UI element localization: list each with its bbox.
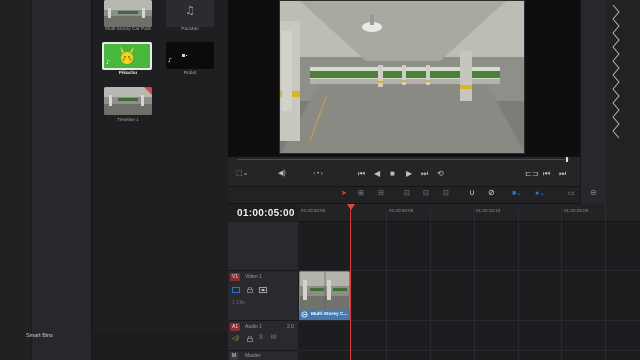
clip-thumb-pikachu[interactable]: ♪ <box>102 42 152 70</box>
clip-label-robot: Robot <box>183 71 197 76</box>
ruler-label: 01:00:08:08 <box>389 208 414 213</box>
bin-list <box>0 0 32 360</box>
playhead-line[interactable] <box>350 204 351 360</box>
track-header-master[interactable] <box>228 350 298 360</box>
prev-frame-icon[interactable]: ⏮ <box>543 170 550 178</box>
waveform-icon <box>612 4 620 139</box>
auto-select-icon[interactable] <box>232 287 240 293</box>
skip-to-end-icon[interactable]: ⏭ <box>421 170 428 178</box>
viewer-options-icon[interactable]: ⬚⌄ <box>236 170 248 178</box>
insert-clip-icon[interactable]: ⊡ <box>404 190 410 197</box>
ruler-label: 01:00:00:00 <box>301 208 326 213</box>
pikachu-thumbnail <box>104 44 150 68</box>
stop-icon[interactable]: ■ <box>390 170 395 178</box>
scrub-bar[interactable] <box>237 159 569 160</box>
volume-icon[interactable]: ◀) <box>278 170 286 178</box>
loop-icon[interactable]: ⟲ <box>437 170 444 178</box>
ruler-label: 01:00:25:00 <box>564 208 589 213</box>
auto-select-audio-icon[interactable]: ◁) <box>232 335 239 342</box>
blade-tool-icon[interactable]: ⊟ <box>378 190 384 197</box>
mute-icon[interactable]: M <box>271 335 276 341</box>
lock-icon[interactable] <box>246 336 254 342</box>
track-name-video1: Video 1 <box>245 274 262 280</box>
gridline <box>561 204 562 360</box>
zoom-out-icon[interactable]: ▭ <box>568 190 575 197</box>
gridline <box>474 204 475 360</box>
playhead-marker[interactable] <box>347 204 355 210</box>
clip-thumb-pacman[interactable]: ♫ <box>166 0 214 27</box>
clip-label-car-park: Multi-Storey Car Park <box>105 27 151 32</box>
clip-thumb-car-park[interactable] <box>104 0 152 27</box>
music-note-icon: ♪ <box>106 59 110 66</box>
gridline <box>386 204 387 360</box>
clip-label-pikachu: Pikachu <box>118 71 138 76</box>
track-name-audio1: Audio 1 <box>245 324 262 330</box>
gridline <box>430 204 431 360</box>
jog-nav[interactable]: ‹ • › <box>306 170 330 178</box>
track-badge-v1[interactable]: V1 <box>230 273 241 281</box>
snapping-icon[interactable]: ∪ <box>469 189 475 197</box>
car-park-thumbnail <box>104 0 152 27</box>
disable-video-icon[interactable] <box>259 287 267 293</box>
replace-clip-icon[interactable]: ⊡ <box>443 190 449 197</box>
clip-thumb-timeline[interactable] <box>104 87 152 115</box>
clip-thumb-robot[interactable]: ♪ <box>166 42 214 69</box>
linked-clip-icon <box>301 311 308 318</box>
overwrite-clip-icon[interactable]: ⊡ <box>423 190 429 197</box>
link-icon[interactable]: ⊘ <box>488 189 495 197</box>
lock-icon[interactable] <box>246 287 254 293</box>
selection-tool-icon[interactable]: ➤ <box>341 190 347 197</box>
smart-bins-label[interactable]: Smart Bins <box>26 333 53 339</box>
track-name-master: Master <box>245 353 261 359</box>
next-frame-icon[interactable]: ⏭ <box>559 170 566 178</box>
media-pool: Multi-Storey Car Park ♫ PacMan ♪ Pikachu… <box>93 0 228 332</box>
music-note-icon: ♫ <box>185 4 195 17</box>
gridline <box>605 204 606 360</box>
viewer-frame[interactable] <box>279 0 525 154</box>
clip-label-timeline: Timeline 1 <box>117 118 139 123</box>
scrub-head[interactable] <box>566 157 568 162</box>
timeline-thumbnail <box>104 87 152 115</box>
gridline <box>518 204 519 360</box>
clip-filmstrip <box>300 272 349 312</box>
match-frame-icon[interactable]: ⊏⊐ <box>525 170 538 178</box>
marker-color-icon[interactable]: ●⌄ <box>535 190 545 197</box>
flag-color-icon[interactable]: ■⌄ <box>512 190 522 197</box>
trim-tool-icon[interactable]: ⊞ <box>358 190 364 197</box>
play-icon[interactable]: ▶ <box>406 170 412 178</box>
track-level: 2.0 <box>287 324 294 330</box>
zoom-slider-icon[interactable]: ⊖ <box>590 189 597 197</box>
track-badge-a1[interactable]: A1 <box>230 323 241 331</box>
skip-to-start-icon[interactable]: ⏮ <box>358 170 365 178</box>
track-clip-count: 1 Clip <box>232 300 245 306</box>
solo-icon[interactable]: S <box>259 335 263 341</box>
timeline-timecode[interactable]: 01:00:05:00 <box>237 208 295 219</box>
track-badge-m[interactable]: M <box>230 352 239 360</box>
step-back-icon[interactable]: ◀ <box>374 170 380 178</box>
clip-label-pacman: PacMan <box>181 27 199 32</box>
music-note-icon: ♪ <box>168 57 172 64</box>
ruler-label: 01:00:16:16 <box>476 208 501 213</box>
car-park-frame <box>280 1 524 153</box>
robot-thumbnail <box>166 42 214 69</box>
